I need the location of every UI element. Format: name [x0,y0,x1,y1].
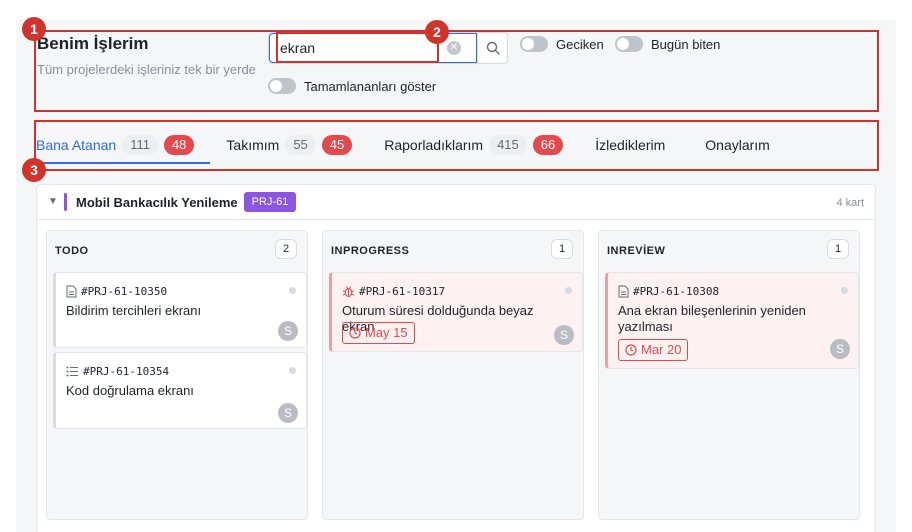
column-count: 2 [275,239,297,259]
column-title: INREVİEW [607,245,666,257]
column-title: TODO [55,245,89,257]
collapse-caret-icon[interactable]: ▼ [48,196,58,207]
card-id: #PRJ-61-10317 [342,285,445,298]
avatar[interactable]: S [278,403,298,423]
annotation-box-tabs [34,120,879,171]
column-inprogress: INPROGRESS 1 #PRJ-61-10317 Oturum süresi… [322,230,584,520]
project-card-count: 4 kart [836,197,864,209]
card-id: #PRJ-61-10354 [66,365,169,378]
avatar[interactable]: S [830,339,850,359]
due-date-badge: May 15 [342,322,415,344]
priority-dot [289,287,296,294]
priority-dot [841,287,848,294]
card-id: #PRJ-61-10308 [618,285,719,298]
task-card[interactable]: #PRJ-61-10350 Bildirim tercihleri ekranı… [53,272,307,348]
avatar[interactable]: S [278,321,298,341]
priority-dot [289,367,296,374]
project-tag[interactable]: PRJ-61 [244,192,296,212]
priority-dot [565,287,572,294]
annotation-marker: 1 [22,17,46,41]
card-id-text: #PRJ-61-10350 [81,285,168,298]
project-name: Mobil Bankacılık Yenileme [76,195,238,210]
card-id-text: #PRJ-61-10317 [359,285,446,298]
column-count: 1 [551,239,573,259]
card-id: #PRJ-61-10350 [66,285,167,298]
clock-icon [625,344,637,356]
project-color-bar [64,193,67,211]
bug-icon [342,286,355,298]
task-card[interactable]: #PRJ-61-10354 Kod doğrulama ekranı S [53,352,307,429]
card-id-text: #PRJ-61-10354 [83,365,170,378]
card-title: Ana ekran bileşenlerinin yeniden yazılma… [618,303,806,334]
annotation-marker: 3 [22,158,46,182]
task-card[interactable]: #PRJ-61-10308 Ana ekran bileşenlerinin y… [605,272,859,369]
avatar[interactable]: S [554,325,574,345]
list-icon [66,366,78,377]
column-title: INPROGRESS [331,245,410,257]
card-title: Kod doğrulama ekranı [66,383,194,398]
card-title: Bildirim tercihleri ekranı [66,303,202,318]
annotation-box-header [34,30,879,112]
due-date-badge: Mar 20 [618,339,689,361]
document-icon [66,285,77,298]
column-count: 1 [827,239,849,259]
due-date: May 15 [365,325,408,340]
annotation-marker: 2 [425,20,449,44]
column-inreview: INREVİEW 1 #PRJ-61-10308 Ana ekran bileş… [598,230,860,520]
task-card[interactable]: #PRJ-61-10317 Oturum süresi dolduğunda b… [329,272,583,352]
card-id-text: #PRJ-61-10308 [633,285,720,298]
due-date: Mar 20 [641,342,682,357]
clock-icon [349,327,361,339]
document-icon [618,285,629,298]
annotation-box-search [276,32,439,63]
column-todo: TODO 2 #PRJ-61-10350 Bildirim tercihleri… [46,230,308,520]
